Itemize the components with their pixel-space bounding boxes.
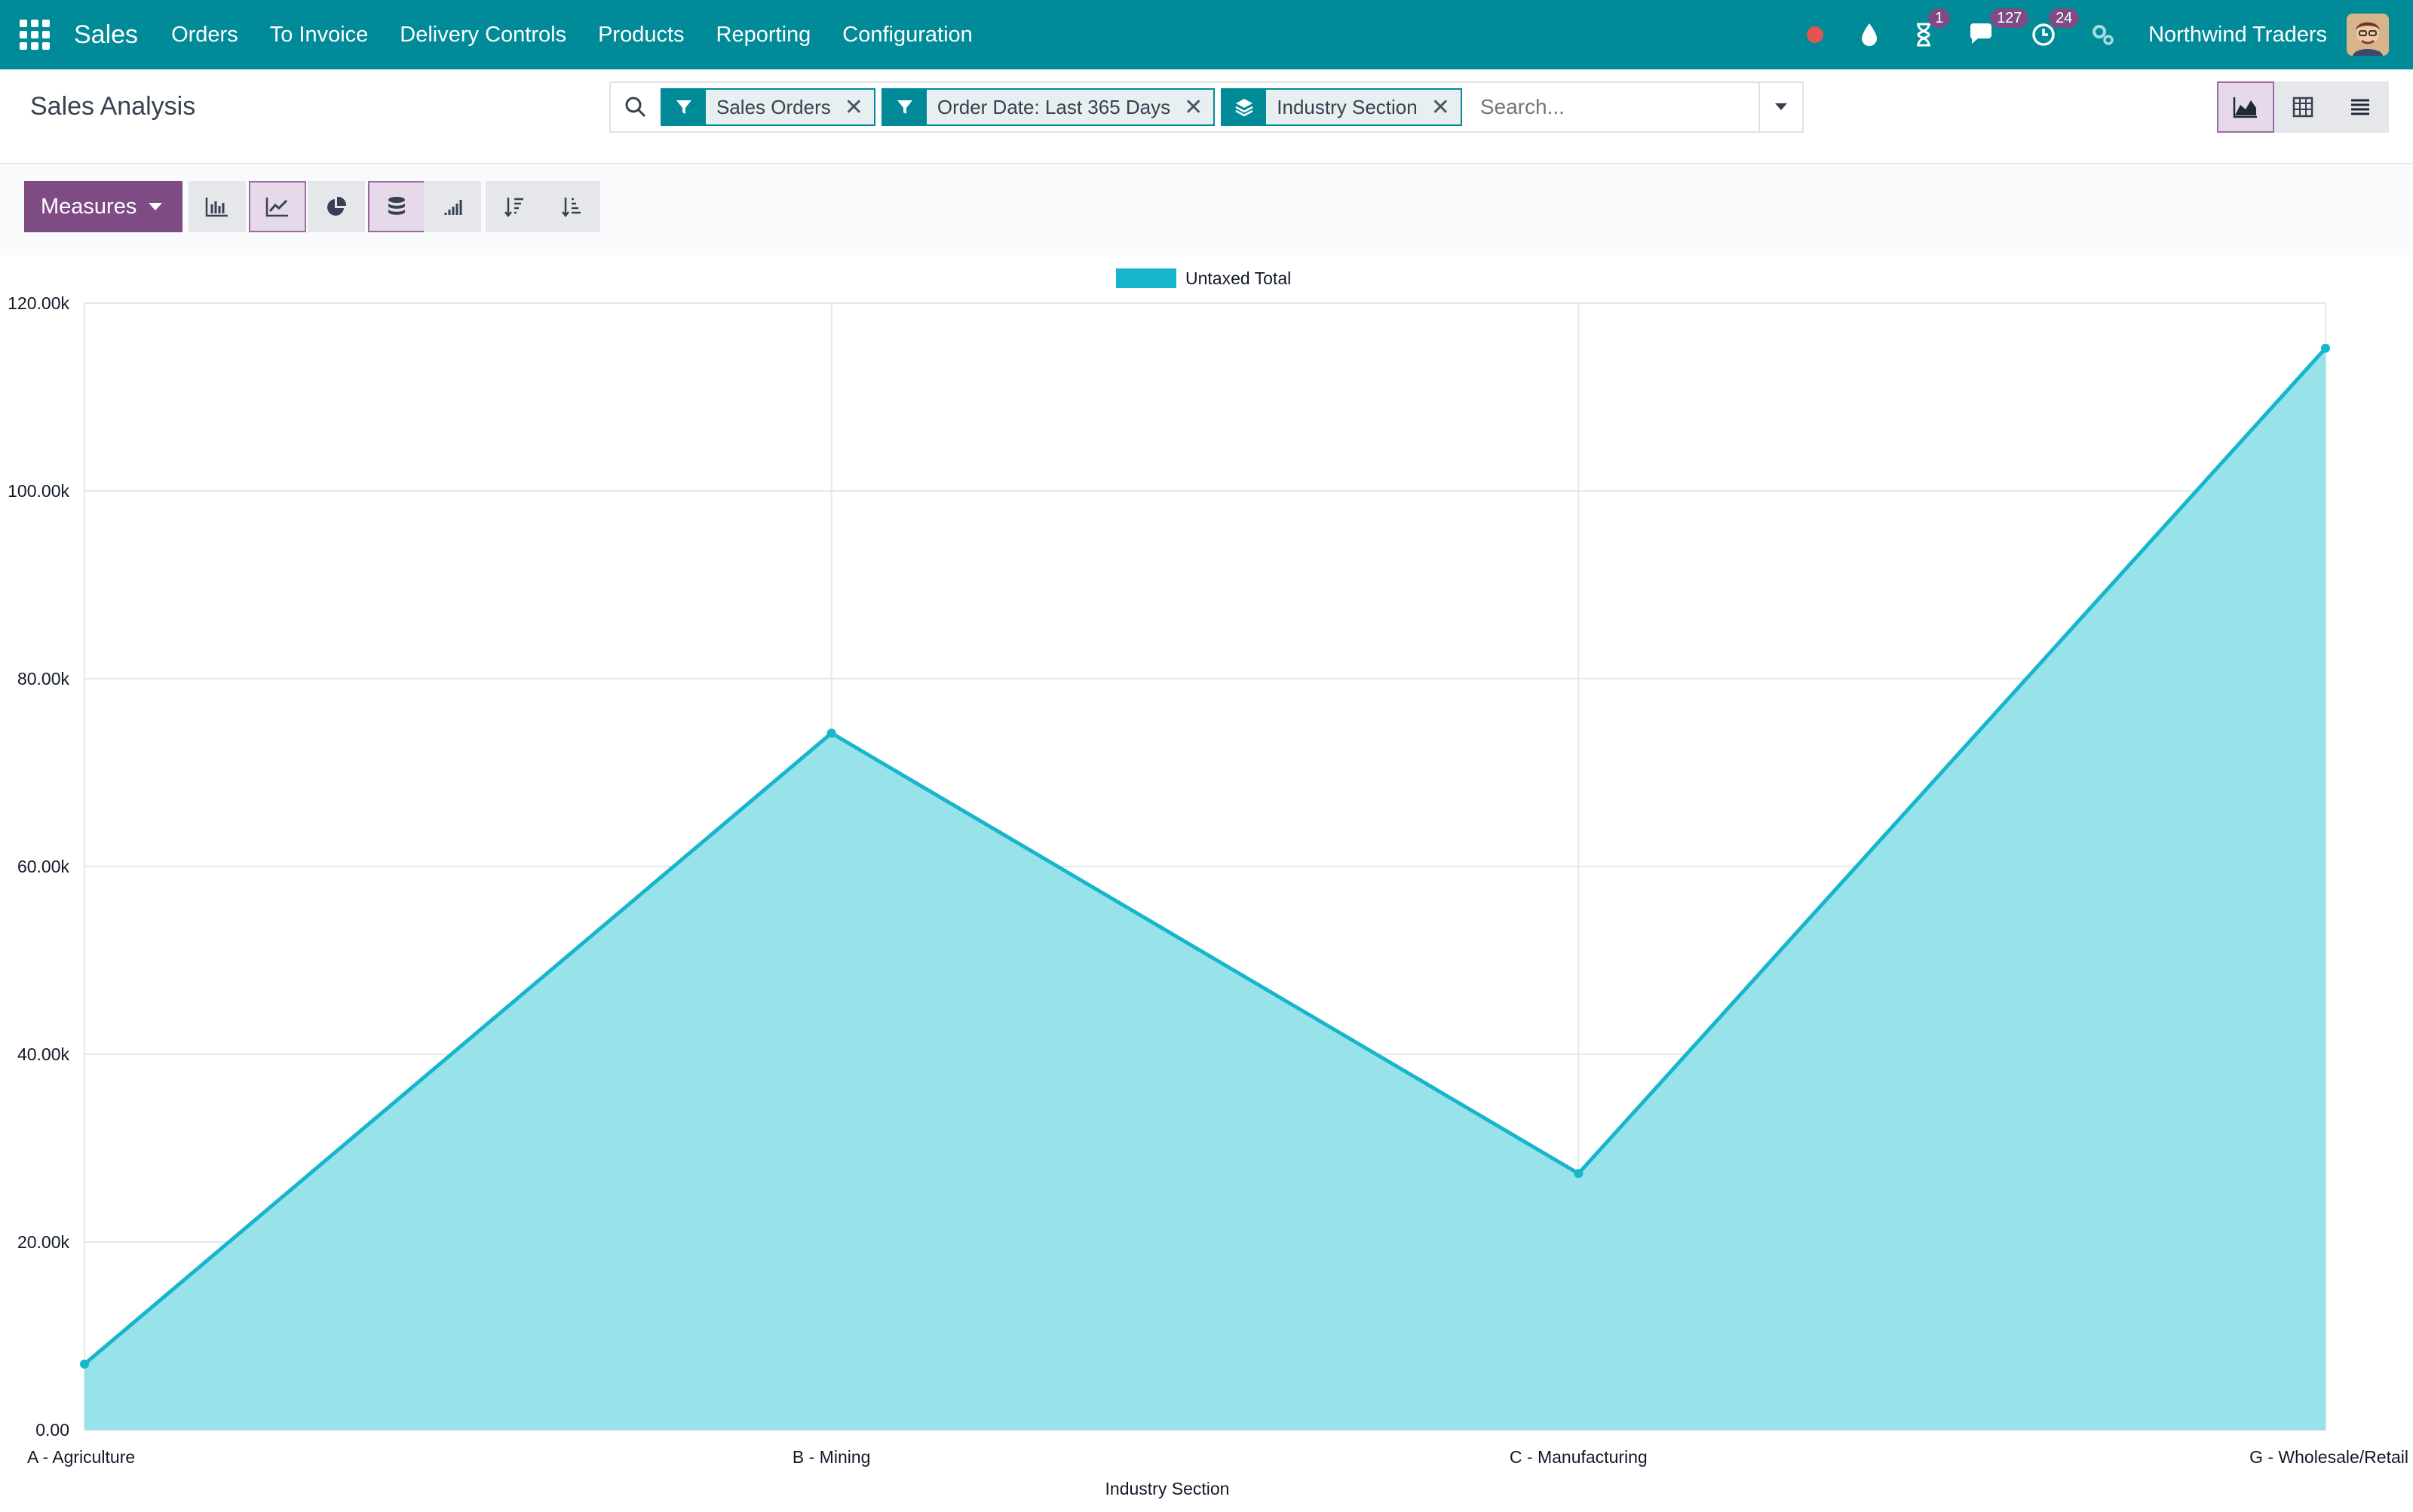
menu-configuration[interactable]: Configuration [842, 23, 973, 48]
series-area-fill [84, 348, 2326, 1430]
clock-icon[interactable]: 24 [2031, 8, 2080, 48]
y-tick-label: 20.00k [17, 1232, 70, 1252]
bar-chart-icon [205, 198, 228, 217]
menu-delivery-controls[interactable]: Delivery Controls [400, 23, 566, 48]
pie-chart-button[interactable] [308, 181, 365, 232]
apps-grid-icon[interactable] [0, 0, 69, 69]
search-icon [611, 83, 661, 131]
data-point [2321, 343, 2330, 353]
search-input[interactable] [1467, 83, 1758, 131]
facet-label: Industry Section [1266, 90, 1428, 124]
facet-label: Sales Orders [706, 90, 842, 124]
list-view-button[interactable] [2332, 81, 2389, 133]
graph-area: 0.00 20.00k 40.00k 60.00k 80.00k 100.00k 120.0… [0, 255, 2413, 1508]
line-chart-icon [265, 198, 288, 217]
cumulative-button[interactable] [424, 181, 481, 232]
y-tick-label: 80.00k [17, 669, 70, 689]
messages-badge: 127 [1990, 8, 2029, 28]
y-tick-label: 40.00k [17, 1044, 70, 1064]
user-avatar[interactable] [2347, 14, 2389, 56]
data-point [826, 728, 836, 738]
control-panel: Sales Analysis Sales Orders ✕ Order Date… [0, 69, 2413, 164]
facet-remove-icon[interactable]: ✕ [841, 90, 874, 124]
y-tick-label: 0.00 [35, 1420, 69, 1440]
x-tick-label: B - Mining [793, 1447, 871, 1467]
measures-label: Measures [41, 194, 137, 219]
clock-badge: 24 [2049, 8, 2080, 28]
filter-icon [882, 90, 927, 124]
sort-descending-button[interactable] [486, 181, 543, 232]
pivot-view-button[interactable] [2274, 81, 2332, 133]
activities-badge: 1 [1928, 8, 1951, 28]
table-icon [2292, 97, 2313, 118]
layers-icon [1222, 90, 1267, 124]
signal-bars-icon [444, 200, 462, 215]
sort-ascending-icon [562, 198, 581, 218]
x-tick-label: A - Agriculture [27, 1447, 135, 1467]
data-point [80, 1359, 89, 1369]
legend-swatch [1116, 268, 1176, 288]
y-tick-label: 120.00k [8, 293, 69, 313]
x-tick-label: C - Manufacturing [1510, 1447, 1648, 1467]
x-axis-label: Industry Section [1105, 1479, 1230, 1498]
chart-legend: Untaxed Total [1116, 268, 1291, 288]
x-tick-label: G - Wholesale/Retail [2249, 1447, 2408, 1467]
menu-to-invoice[interactable]: To Invoice [270, 23, 369, 48]
caret-down-icon [1775, 103, 1787, 110]
facet-industry-section: Industry Section ✕ [1221, 88, 1462, 126]
area-chart: 0.00 20.00k 40.00k 60.00k 80.00k 100.00k 120.0… [8, 268, 2408, 1498]
activities-hourglass-icon[interactable]: 1 [1913, 8, 1951, 48]
menu-products[interactable]: Products [598, 23, 684, 48]
drop-icon[interactable] [1859, 22, 1880, 48]
y-tick-label: 60.00k [17, 857, 70, 876]
graph-view-button[interactable] [2217, 81, 2274, 133]
app-brand[interactable]: Sales [74, 20, 138, 50]
legend-label: Untaxed Total [1185, 268, 1291, 288]
line-chart-button[interactable] [249, 181, 306, 232]
facet-label: Order Date: Last 365 Days [926, 90, 1182, 124]
company-name[interactable]: Northwind Traders [2148, 23, 2327, 48]
bar-chart-button[interactable] [189, 181, 246, 232]
chat-icon[interactable]: 127 [1967, 8, 2029, 48]
menu-reporting[interactable]: Reporting [716, 23, 811, 48]
recording-dot-icon[interactable] [1804, 24, 1826, 45]
page-title: Sales Analysis [30, 92, 196, 121]
top-navbar: Sales Orders To Invoice Delivery Control… [0, 0, 2413, 69]
stacked-toggle-button[interactable] [368, 181, 425, 232]
measures-dropdown[interactable]: Measures [24, 181, 182, 232]
search-bar[interactable]: Sales Orders ✕ Order Date: Last 365 Days… [609, 81, 1804, 133]
view-switcher [2217, 81, 2389, 133]
facet-order-date: Order Date: Last 365 Days ✕ [881, 88, 1216, 126]
settings-cogs-icon[interactable] [2090, 22, 2115, 48]
y-tick-label: 100.00k [8, 481, 69, 501]
database-stack-icon [388, 197, 405, 215]
graph-toolbar: Measures [0, 166, 2413, 255]
sort-ascending-button[interactable] [543, 181, 600, 232]
facet-remove-icon[interactable]: ✕ [1427, 90, 1461, 124]
sort-descending-icon [504, 198, 523, 218]
data-point [1574, 1169, 1584, 1179]
caret-down-icon [149, 203, 163, 210]
search-options-toggle[interactable] [1758, 83, 1802, 131]
list-icon [2351, 99, 2369, 115]
area-chart-icon [2233, 97, 2257, 118]
pie-chart-icon [327, 196, 347, 216]
menu-orders[interactable]: Orders [171, 23, 238, 48]
facet-sales-orders: Sales Orders ✕ [661, 88, 875, 126]
systray: 1 127 24 Northwind Traders [1804, 0, 2413, 69]
filter-icon [662, 90, 706, 124]
facet-remove-icon[interactable]: ✕ [1181, 90, 1214, 124]
